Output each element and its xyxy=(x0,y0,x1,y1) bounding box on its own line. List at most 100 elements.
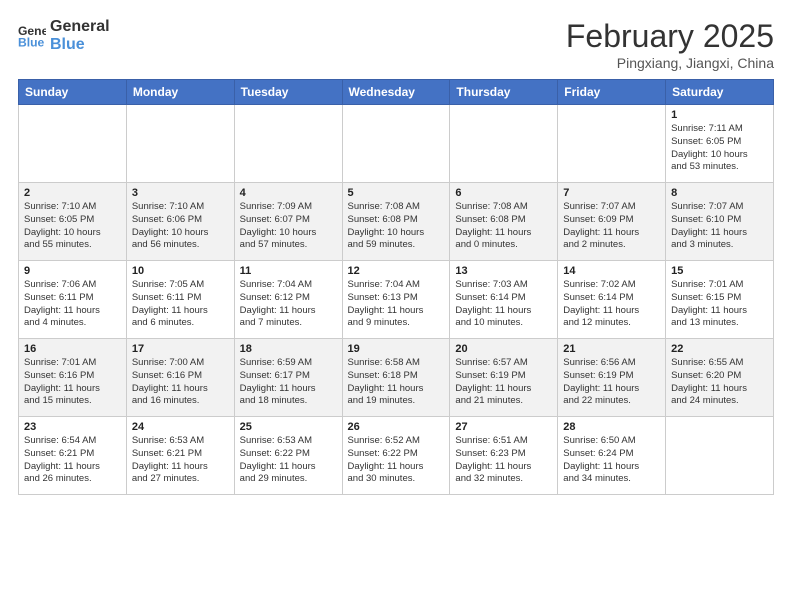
day-number: 4 xyxy=(240,187,337,199)
day-cell: 22 Sunrise: 6:55 AM Sunset: 6:20 PM Dayli… xyxy=(666,339,774,417)
day-number: 8 xyxy=(671,187,768,199)
day-cell: 1 Sunrise: 7:11 AM Sunset: 6:05 PM Daylig… xyxy=(666,105,774,183)
day-number: 26 xyxy=(348,421,445,433)
day-info: Sunrise: 7:07 AM Sunset: 6:10 PM Dayligh… xyxy=(671,201,768,252)
day-info: Sunrise: 6:53 AM Sunset: 6:22 PM Dayligh… xyxy=(240,435,337,486)
day-number: 1 xyxy=(671,109,768,121)
day-cell: 26 Sunrise: 6:52 AM Sunset: 6:22 PM Dayli… xyxy=(342,417,450,495)
weekday-header-wednesday: Wednesday xyxy=(342,80,450,105)
day-info: Sunrise: 6:57 AM Sunset: 6:19 PM Dayligh… xyxy=(455,357,552,408)
day-info: Sunrise: 6:51 AM Sunset: 6:23 PM Dayligh… xyxy=(455,435,552,486)
day-cell: 28 Sunrise: 6:50 AM Sunset: 6:24 PM Dayli… xyxy=(558,417,666,495)
week-row-3: 16 Sunrise: 7:01 AM Sunset: 6:16 PM Dayli… xyxy=(19,339,774,417)
day-info: Sunrise: 6:59 AM Sunset: 6:17 PM Dayligh… xyxy=(240,357,337,408)
day-number: 16 xyxy=(24,343,121,355)
day-cell: 6Sunrise: 7:08 AM Sunset: 6:08 PM Daylig… xyxy=(450,183,558,261)
day-number: 7 xyxy=(563,187,660,199)
day-info: Sunrise: 6:58 AM Sunset: 6:18 PM Dayligh… xyxy=(348,357,445,408)
day-number: 6 xyxy=(455,187,552,199)
day-cell: 5 Sunrise: 7:08 AM Sunset: 6:08 PM Daylig… xyxy=(342,183,450,261)
weekday-header-friday: Friday xyxy=(558,80,666,105)
day-number: 25 xyxy=(240,421,337,433)
day-number: 9 xyxy=(24,265,121,277)
day-cell: 20 Sunrise: 6:57 AM Sunset: 6:19 PM Dayli… xyxy=(450,339,558,417)
weekday-header-tuesday: Tuesday xyxy=(234,80,342,105)
day-cell: 8 Sunrise: 7:07 AM Sunset: 6:10 PM Daylig… xyxy=(666,183,774,261)
day-cell xyxy=(558,105,666,183)
day-info: Sunrise: 6:54 AM Sunset: 6:21 PM Dayligh… xyxy=(24,435,121,486)
weekday-header-sunday: Sunday xyxy=(19,80,127,105)
day-number: 19 xyxy=(348,343,445,355)
day-info: Sunrise: 7:08 AM Sunset: 6:08 PM Dayligh… xyxy=(348,201,445,252)
day-number: 20 xyxy=(455,343,552,355)
weekday-header-monday: Monday xyxy=(126,80,234,105)
day-number: 27 xyxy=(455,421,552,433)
location: Pingxiang, Jiangxi, China xyxy=(566,55,774,71)
day-cell: 23 Sunrise: 6:54 AM Sunset: 6:21 PM Dayli… xyxy=(19,417,127,495)
week-row-1: 2 Sunrise: 7:10 AM Sunset: 6:05 PM Daylig… xyxy=(19,183,774,261)
title-block: February 2025 Pingxiang, Jiangxi, China xyxy=(566,18,774,71)
day-cell xyxy=(342,105,450,183)
day-cell: 16 Sunrise: 7:01 AM Sunset: 6:16 PM Dayli… xyxy=(19,339,127,417)
day-cell: 17Sunrise: 7:00 AM Sunset: 6:16 PM Dayli… xyxy=(126,339,234,417)
weekday-header-thursday: Thursday xyxy=(450,80,558,105)
day-info: Sunrise: 7:06 AM Sunset: 6:11 PM Dayligh… xyxy=(24,279,121,330)
day-info: Sunrise: 7:11 AM Sunset: 6:05 PM Dayligh… xyxy=(671,123,768,174)
day-cell: 12Sunrise: 7:04 AM Sunset: 6:13 PM Dayli… xyxy=(342,261,450,339)
weekday-header-row: SundayMondayTuesdayWednesdayThursdayFrid… xyxy=(19,80,774,105)
day-number: 18 xyxy=(240,343,337,355)
day-number: 10 xyxy=(132,265,229,277)
day-cell: 14Sunrise: 7:02 AM Sunset: 6:14 PM Dayli… xyxy=(558,261,666,339)
logo-general: General xyxy=(50,18,110,36)
day-info: Sunrise: 7:04 AM Sunset: 6:12 PM Dayligh… xyxy=(240,279,337,330)
day-info: Sunrise: 6:52 AM Sunset: 6:22 PM Dayligh… xyxy=(348,435,445,486)
day-info: Sunrise: 7:00 AM Sunset: 6:16 PM Dayligh… xyxy=(132,357,229,408)
day-info: Sunrise: 6:50 AM Sunset: 6:24 PM Dayligh… xyxy=(563,435,660,486)
weekday-header-saturday: Saturday xyxy=(666,80,774,105)
day-cell: 21 Sunrise: 6:56 AM Sunset: 6:19 PM Dayli… xyxy=(558,339,666,417)
day-cell: 4 Sunrise: 7:09 AM Sunset: 6:07 PM Daylig… xyxy=(234,183,342,261)
logo: General Blue General Blue xyxy=(18,18,110,55)
day-cell: 9 Sunrise: 7:06 AM Sunset: 6:11 PM Daylig… xyxy=(19,261,127,339)
week-row-4: 23 Sunrise: 6:54 AM Sunset: 6:21 PM Dayli… xyxy=(19,417,774,495)
logo-icon: General Blue xyxy=(18,22,46,50)
day-info: Sunrise: 7:07 AM Sunset: 6:09 PM Dayligh… xyxy=(563,201,660,252)
calendar: SundayMondayTuesdayWednesdayThursdayFrid… xyxy=(18,79,774,495)
svg-text:Blue: Blue xyxy=(18,36,45,50)
day-info: Sunrise: 7:04 AM Sunset: 6:13 PM Dayligh… xyxy=(348,279,445,330)
day-cell: 25 Sunrise: 6:53 AM Sunset: 6:22 PM Dayli… xyxy=(234,417,342,495)
day-number: 2 xyxy=(24,187,121,199)
day-info: Sunrise: 7:01 AM Sunset: 6:15 PM Dayligh… xyxy=(671,279,768,330)
day-number: 11 xyxy=(240,265,337,277)
page: General Blue General Blue February 2025 … xyxy=(0,0,792,612)
day-number: 28 xyxy=(563,421,660,433)
logo-blue: Blue xyxy=(50,36,110,54)
day-cell: 19 Sunrise: 6:58 AM Sunset: 6:18 PM Dayli… xyxy=(342,339,450,417)
day-info: Sunrise: 7:03 AM Sunset: 6:14 PM Dayligh… xyxy=(455,279,552,330)
day-cell: 15 Sunrise: 7:01 AM Sunset: 6:15 PM Dayli… xyxy=(666,261,774,339)
day-cell: 3Sunrise: 7:10 AM Sunset: 6:06 PM Daylig… xyxy=(126,183,234,261)
day-cell: 11 Sunrise: 7:04 AM Sunset: 6:12 PM Dayli… xyxy=(234,261,342,339)
day-info: Sunrise: 7:10 AM Sunset: 6:05 PM Dayligh… xyxy=(24,201,121,252)
day-number: 22 xyxy=(671,343,768,355)
day-cell xyxy=(126,105,234,183)
day-info: Sunrise: 7:05 AM Sunset: 6:11 PM Dayligh… xyxy=(132,279,229,330)
day-info: Sunrise: 6:55 AM Sunset: 6:20 PM Dayligh… xyxy=(671,357,768,408)
day-cell xyxy=(450,105,558,183)
day-info: Sunrise: 7:01 AM Sunset: 6:16 PM Dayligh… xyxy=(24,357,121,408)
day-number: 24 xyxy=(132,421,229,433)
day-cell: 13Sunrise: 7:03 AM Sunset: 6:14 PM Dayli… xyxy=(450,261,558,339)
day-number: 23 xyxy=(24,421,121,433)
day-number: 15 xyxy=(671,265,768,277)
day-number: 21 xyxy=(563,343,660,355)
day-number: 5 xyxy=(348,187,445,199)
day-info: Sunrise: 7:09 AM Sunset: 6:07 PM Dayligh… xyxy=(240,201,337,252)
day-info: Sunrise: 6:56 AM Sunset: 6:19 PM Dayligh… xyxy=(563,357,660,408)
day-cell: 24Sunrise: 6:53 AM Sunset: 6:21 PM Dayli… xyxy=(126,417,234,495)
day-cell: 18 Sunrise: 6:59 AM Sunset: 6:17 PM Dayli… xyxy=(234,339,342,417)
day-number: 3 xyxy=(132,187,229,199)
day-number: 14 xyxy=(563,265,660,277)
week-row-0: 1 Sunrise: 7:11 AM Sunset: 6:05 PM Daylig… xyxy=(19,105,774,183)
day-cell xyxy=(234,105,342,183)
day-cell: 10 Sunrise: 7:05 AM Sunset: 6:11 PM Dayli… xyxy=(126,261,234,339)
